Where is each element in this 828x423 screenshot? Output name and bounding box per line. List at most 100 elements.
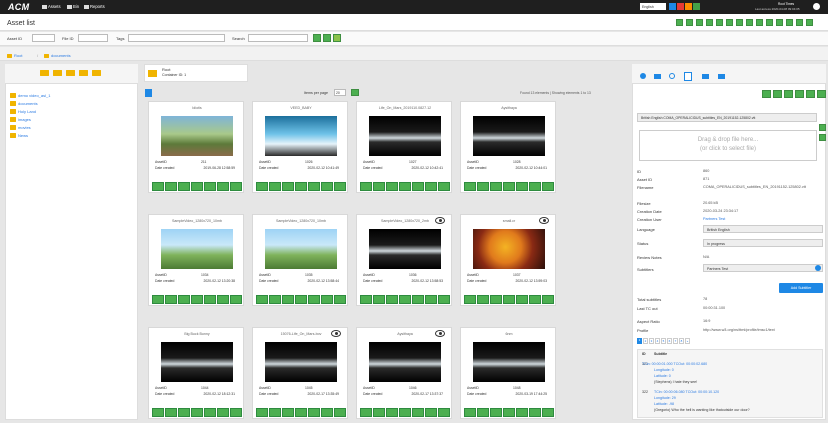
upload-button[interactable]	[819, 124, 826, 131]
subtitle-tc[interactable]: TCin: 00:00:01.000 TCOut: 00:00:02.680	[642, 362, 707, 366]
card-action-button[interactable]	[503, 295, 515, 304]
card-action-button[interactable]	[256, 295, 268, 304]
card-action-button[interactable]	[516, 295, 528, 304]
card-action-button[interactable]	[425, 408, 437, 417]
card-action-button[interactable]	[204, 295, 216, 304]
tool-button-7[interactable]	[736, 19, 743, 26]
card-action-button[interactable]	[542, 408, 554, 417]
detail-action-3[interactable]	[784, 90, 793, 98]
badge-green[interactable]	[693, 3, 700, 10]
card-action-button[interactable]	[165, 408, 177, 417]
card-action-button[interactable]	[516, 408, 528, 417]
user-avatar[interactable]	[813, 3, 820, 10]
page-next[interactable]: »	[685, 338, 690, 344]
card-action-button[interactable]	[217, 295, 229, 304]
card-action-button[interactable]	[152, 408, 164, 417]
remove-subtitler-icon[interactable]	[815, 265, 821, 271]
card-action-button[interactable]	[204, 408, 216, 417]
card-action-button[interactable]	[438, 408, 450, 417]
card-action-button[interactable]	[425, 295, 437, 304]
detail-action-2[interactable]	[773, 90, 782, 98]
asset-card[interactable]: 15076-Life_On_Mars-bov AssetID 1045 Date cr…	[252, 327, 348, 419]
page-8[interactable]: 8	[679, 338, 684, 344]
card-action-button[interactable]	[412, 295, 424, 304]
page-5[interactable]: 5	[661, 338, 666, 344]
nav-bin[interactable]: Bin	[67, 4, 79, 9]
page-3[interactable]: 3	[649, 338, 654, 344]
card-action-button[interactable]	[217, 408, 229, 417]
card-action-button[interactable]	[191, 295, 203, 304]
card-action-button[interactable]	[477, 182, 489, 191]
card-action-button[interactable]	[490, 295, 502, 304]
card-action-button[interactable]	[321, 408, 333, 417]
tool-button-8[interactable]	[746, 19, 753, 26]
card-action-button[interactable]	[295, 408, 307, 417]
card-action-button[interactable]	[477, 408, 489, 417]
delete-folder-icon[interactable]	[92, 70, 101, 76]
breadcrumb-root[interactable]: Root	[7, 53, 22, 58]
asset-card[interactable]: Aysithaya AssetID 1046 Date created 2020-02-…	[356, 327, 452, 419]
tool-button-9[interactable]	[756, 19, 763, 26]
clock-icon[interactable]	[669, 73, 675, 79]
card-action-button[interactable]	[295, 295, 307, 304]
card-action-button[interactable]	[360, 408, 372, 417]
card-action-button[interactable]	[191, 182, 203, 191]
nav-reports[interactable]: Reports	[84, 4, 105, 9]
card-action-button[interactable]	[282, 295, 294, 304]
language-select[interactable]: English	[640, 3, 666, 10]
subtitle-tc[interactable]: TCin: 00:00:06.080 TCOut: 00:00:10.120	[654, 390, 719, 394]
tree-item-5[interactable]: News	[10, 133, 28, 138]
apply-button[interactable]	[351, 89, 359, 96]
app-logo[interactable]: ACM	[8, 2, 29, 12]
card-action-button[interactable]	[438, 182, 450, 191]
card-action-button[interactable]	[230, 182, 242, 191]
asset-thumbnail[interactable]	[473, 342, 545, 382]
asset-thumbnail[interactable]	[369, 342, 441, 382]
card-action-button[interactable]	[256, 182, 268, 191]
card-action-button[interactable]	[386, 295, 398, 304]
card-action-button[interactable]	[295, 182, 307, 191]
new-folder-icon[interactable]	[40, 70, 49, 76]
asset-thumbnail[interactable]	[265, 342, 337, 382]
card-action-button[interactable]	[399, 408, 411, 417]
tool-button-2[interactable]	[686, 19, 693, 26]
card-action-button[interactable]	[282, 182, 294, 191]
page-4[interactable]: 4	[655, 338, 660, 344]
tool-button-1[interactable]	[676, 19, 683, 26]
info-icon[interactable]	[640, 73, 646, 79]
video-icon[interactable]	[654, 74, 661, 79]
card-action-button[interactable]	[503, 182, 515, 191]
eye-icon[interactable]	[435, 217, 445, 224]
tree-item-1[interactable]: documents	[10, 101, 38, 106]
asset-card[interactable]: VEED_BABY AssetID 1026 Date created 2020-02-…	[252, 101, 348, 193]
language-select[interactable]: British English	[703, 225, 823, 233]
download-button[interactable]	[819, 134, 826, 141]
page-2[interactable]: 2	[643, 338, 648, 344]
card-action-button[interactable]	[503, 408, 515, 417]
card-action-button[interactable]	[386, 182, 398, 191]
card-action-button[interactable]	[256, 408, 268, 417]
card-action-button[interactable]	[334, 295, 346, 304]
asset-card[interactable]: Idiotis AssetID 211 Date created 2019-06-28 …	[148, 101, 244, 193]
badge-red[interactable]	[677, 3, 684, 10]
detail-action-5[interactable]	[806, 90, 815, 98]
card-action-button[interactable]	[360, 182, 372, 191]
tree-item-4[interactable]: movies	[10, 125, 31, 130]
card-action-button[interactable]	[178, 408, 190, 417]
card-action-button[interactable]	[308, 295, 320, 304]
card-action-button[interactable]	[399, 182, 411, 191]
asset-card[interactable]: 6nm AssetID 1048 Date created 2020-03-19 17:…	[460, 327, 556, 419]
asset-card[interactable]: small.cr AssetID 1037 Date created 2020-02-1…	[460, 214, 556, 306]
asset-card[interactable]: Big Buck Bunny AssetID 1044 Date created 202…	[148, 327, 244, 419]
tool-button-14[interactable]	[806, 19, 813, 26]
tool-button-3[interactable]	[696, 19, 703, 26]
badge-orange[interactable]	[685, 3, 692, 10]
asset-thumbnail[interactable]	[369, 229, 441, 269]
card-action-button[interactable]	[152, 182, 164, 191]
tool-button-10[interactable]	[766, 19, 773, 26]
asset-card[interactable]: SampleVideo_1280x720_10mb AssetID 1035 Date…	[252, 214, 348, 306]
card-action-button[interactable]	[230, 295, 242, 304]
card-action-button[interactable]	[321, 295, 333, 304]
asset-thumbnail[interactable]	[265, 116, 337, 156]
card-action-button[interactable]	[269, 295, 281, 304]
